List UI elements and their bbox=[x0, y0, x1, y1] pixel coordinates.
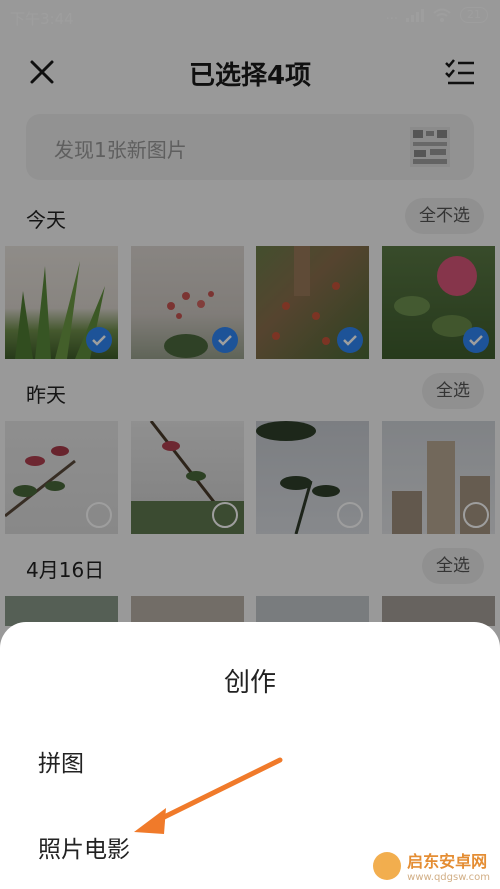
watermark: 启东安卓网 www.qdgsw.com bbox=[373, 848, 490, 883]
watermark-url: www.qdgsw.com bbox=[407, 872, 490, 883]
arrow-annotation-icon bbox=[134, 757, 283, 834]
watermark-logo-icon bbox=[373, 851, 402, 880]
photo-movie-option[interactable]: 照片电影 bbox=[38, 830, 130, 864]
collage-option[interactable]: 拼图 bbox=[38, 744, 84, 778]
watermark-name: 启东安卓网 bbox=[407, 852, 488, 871]
sheet-title: 创作 bbox=[223, 668, 276, 698]
gallery-page: 下午3:44 ... 21 已选择4项 发现1张新图片 今天 全不选 昨天 全选… bbox=[0, 0, 500, 889]
